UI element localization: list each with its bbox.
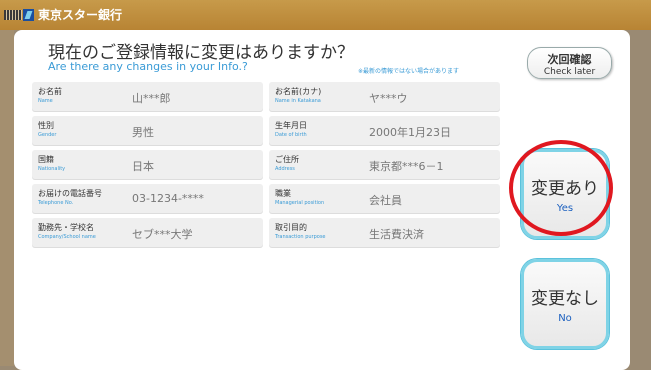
info-row: 性別 Gender 男性 生年月日 Date of birth 2000年1月2…: [32, 116, 506, 146]
yes-changes-button[interactable]: 変更あり Yes: [521, 149, 609, 239]
field-label-en: Gender: [38, 132, 57, 138]
field-label-ja: 勤務先・学校名: [38, 223, 94, 232]
field-value: 2000年1月23日: [369, 126, 451, 139]
field-value: ヤ***ウ: [369, 92, 408, 105]
field-label-ja: 職業: [275, 189, 291, 198]
field-value: セブ***大学: [132, 228, 193, 241]
no-label-en: No: [558, 313, 572, 324]
field-label-en: Name: [38, 98, 53, 104]
field-nationality: 国籍 Nationality 日本: [32, 150, 263, 180]
registration-info-grid: お名前 Name 山***郎 お名前(カナ) Name in Katakana …: [32, 82, 506, 252]
left-edge: [0, 30, 14, 366]
check-later-button[interactable]: 次回確認 Check later: [527, 47, 612, 79]
page-subtitle: Are there any changes in your Info.?: [48, 60, 248, 73]
field-value: 会社員: [369, 194, 402, 207]
field-value: 03-1234-****: [132, 192, 204, 205]
field-label-ja: ご住所: [275, 155, 299, 164]
field-telephone: お届けの電話番号 Telephone No. 03-1234-****: [32, 184, 263, 214]
field-label-ja: 生年月日: [275, 121, 307, 130]
info-row: お名前 Name 山***郎 お名前(カナ) Name in Katakana …: [32, 82, 506, 112]
header-bar: 東京スター銀行: [0, 0, 651, 30]
field-name-katakana: お名前(カナ) Name in Katakana ヤ***ウ: [269, 82, 500, 112]
field-label-en: Company/School name: [38, 234, 96, 240]
check-later-label-en: Check later: [543, 67, 596, 77]
field-label-en: Name in Katakana: [275, 98, 321, 104]
field-label-ja: お届けの電話番号: [38, 189, 102, 198]
field-label-ja: 国籍: [38, 155, 54, 164]
field-label-en: Telephone No.: [38, 200, 74, 206]
field-gender: 性別 Gender 男性: [32, 116, 263, 146]
field-label-en: Managerial position: [275, 200, 325, 206]
no-changes-button[interactable]: 変更なし No: [521, 259, 609, 349]
info-note: ※最新の情報ではない場合があります: [358, 68, 460, 75]
field-label-en: Nationality: [38, 166, 66, 172]
field-label-en: Transaction purpose: [275, 234, 326, 240]
info-row: 国籍 Nationality 日本 ご住所 Address 東京都***6－1: [32, 150, 506, 180]
info-row: 勤務先・学校名 Company/School name セブ***大学 取引目的…: [32, 218, 506, 248]
field-date-of-birth: 生年月日 Date of birth 2000年1月23日: [269, 116, 500, 146]
field-label-ja: 取引目的: [275, 223, 307, 232]
field-transaction-purpose: 取引目的 Transaction purpose 生活費決済: [269, 218, 500, 248]
info-row: お届けの電話番号 Telephone No. 03-1234-**** 職業 M…: [32, 184, 506, 214]
field-company-school: 勤務先・学校名 Company/School name セブ***大学: [32, 218, 263, 248]
field-value: 山***郎: [132, 92, 171, 105]
field-label-ja: お名前: [38, 87, 62, 96]
field-value: 東京都***6－1: [369, 160, 444, 173]
field-label-ja: 性別: [38, 121, 54, 130]
field-address: ご住所 Address 東京都***6－1: [269, 150, 500, 180]
field-label-en: Date of birth: [275, 132, 307, 138]
field-value: 生活費決済: [369, 228, 424, 241]
field-label-en: Address: [275, 166, 295, 172]
brand: 東京スター銀行: [4, 6, 122, 23]
yes-label-ja: 変更あり: [531, 179, 599, 199]
field-value: 男性: [132, 126, 154, 139]
bank-logo-icon: [4, 8, 34, 22]
field-value: 日本: [132, 160, 154, 173]
bank-name: 東京スター銀行: [38, 8, 123, 22]
field-name: お名前 Name 山***郎: [32, 82, 263, 112]
no-label-ja: 変更なし: [531, 289, 599, 309]
yes-label-en: Yes: [556, 203, 574, 214]
field-occupation: 職業 Managerial position 会社員: [269, 184, 500, 214]
field-label-ja: お名前(カナ): [275, 87, 322, 96]
check-later-label-ja: 次回確認: [547, 53, 592, 66]
